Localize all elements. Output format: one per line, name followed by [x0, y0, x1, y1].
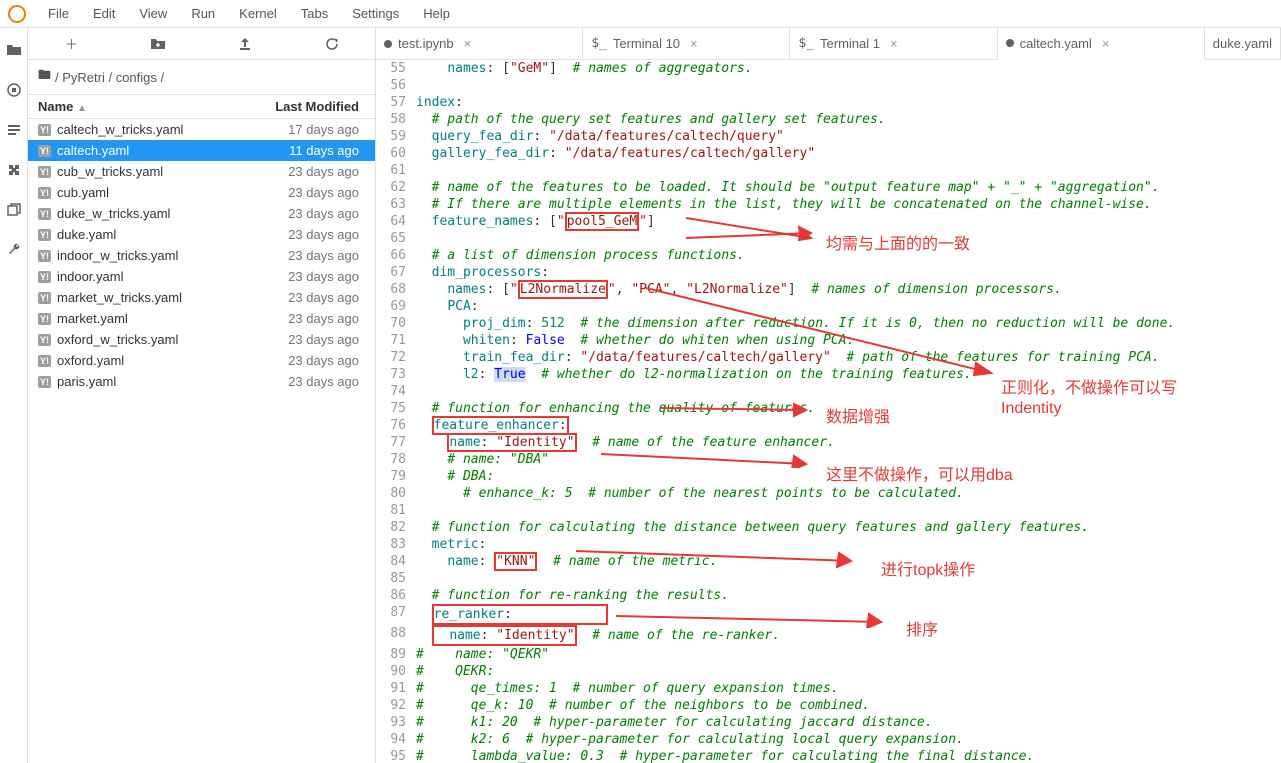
menu-help[interactable]: Help: [411, 6, 462, 21]
close-icon[interactable]: ×: [686, 36, 702, 51]
menu-tabs[interactable]: Tabs: [289, 6, 340, 21]
file-row[interactable]: Y!oxford.yaml23 days ago: [28, 350, 375, 371]
col-modified-header[interactable]: Last Modified: [255, 99, 375, 114]
running-icon[interactable]: [6, 82, 22, 98]
file-browser-header: Name ▲ Last Modified: [28, 95, 375, 119]
breadcrumb-path: / PyRetri / configs /: [55, 70, 164, 85]
breadcrumb[interactable]: 🖿 / PyRetri / configs /: [28, 60, 375, 95]
folder-icon[interactable]: [6, 42, 22, 58]
col-name-header[interactable]: Name ▲: [28, 99, 255, 114]
wrench-icon[interactable]: [6, 242, 22, 258]
tab[interactable]: caltech.yaml×: [998, 28, 1205, 60]
menu-view[interactable]: View: [127, 6, 179, 21]
file-row[interactable]: Y!indoor_w_tricks.yaml23 days ago: [28, 245, 375, 266]
refresh-button[interactable]: [288, 28, 375, 59]
close-icon[interactable]: ×: [460, 36, 476, 51]
menu-settings[interactable]: Settings: [340, 6, 411, 21]
file-row[interactable]: Y!oxford_w_tricks.yaml23 days ago: [28, 329, 375, 350]
file-row[interactable]: Y!caltech_w_tricks.yaml17 days ago: [28, 119, 375, 140]
puzzle-icon[interactable]: [6, 162, 22, 178]
menu-bar: File Edit View Run Kernel Tabs Settings …: [0, 0, 1281, 28]
file-list: Y!caltech_w_tricks.yaml17 days agoY!calt…: [28, 119, 375, 763]
file-row[interactable]: Y!caltech.yaml11 days ago: [28, 140, 375, 161]
file-row[interactable]: Y!paris.yaml23 days ago: [28, 371, 375, 392]
tab[interactable]: duke.yaml: [1205, 28, 1281, 59]
close-icon[interactable]: ×: [1098, 36, 1114, 51]
file-browser: ＋ 🖿 / PyRetri / configs / Name ▲ Last Mo…: [28, 28, 376, 763]
folder-icon: 🖿: [38, 66, 51, 88]
file-row[interactable]: Y!cub.yaml23 days ago: [28, 182, 375, 203]
tab-bar: test.ipynb×$_Terminal 10×$_Terminal 1×ca…: [376, 28, 1281, 60]
tab[interactable]: $_Terminal 10×: [583, 28, 790, 59]
activity-bar: [0, 28, 28, 763]
file-row[interactable]: Y!cub_w_tricks.yaml23 days ago: [28, 161, 375, 182]
tab[interactable]: test.ipynb×: [376, 28, 583, 59]
new-folder-button[interactable]: [115, 28, 202, 59]
file-row[interactable]: Y!market_w_tricks.yaml23 days ago: [28, 287, 375, 308]
jupyter-logo: [8, 5, 26, 23]
tab[interactable]: $_Terminal 1×: [790, 28, 997, 59]
tabs-icon[interactable]: [6, 202, 22, 218]
menu-file[interactable]: File: [36, 6, 81, 21]
file-row[interactable]: Y!duke.yaml23 days ago: [28, 224, 375, 245]
file-row[interactable]: Y!duke_w_tricks.yaml23 days ago: [28, 203, 375, 224]
menu-edit[interactable]: Edit: [81, 6, 127, 21]
close-icon[interactable]: ×: [886, 36, 902, 51]
file-row[interactable]: Y!market.yaml23 days ago: [28, 308, 375, 329]
upload-button[interactable]: [202, 28, 289, 59]
new-launcher-button[interactable]: ＋: [28, 28, 115, 59]
editor-area: test.ipynb×$_Terminal 10×$_Terminal 1×ca…: [376, 28, 1281, 763]
commands-icon[interactable]: [6, 122, 22, 138]
code-editor[interactable]: 55 names: ["GeM"] # names of aggregators…: [376, 60, 1281, 763]
file-row[interactable]: Y!indoor.yaml23 days ago: [28, 266, 375, 287]
menu-kernel[interactable]: Kernel: [227, 6, 289, 21]
menu-run[interactable]: Run: [179, 6, 227, 21]
